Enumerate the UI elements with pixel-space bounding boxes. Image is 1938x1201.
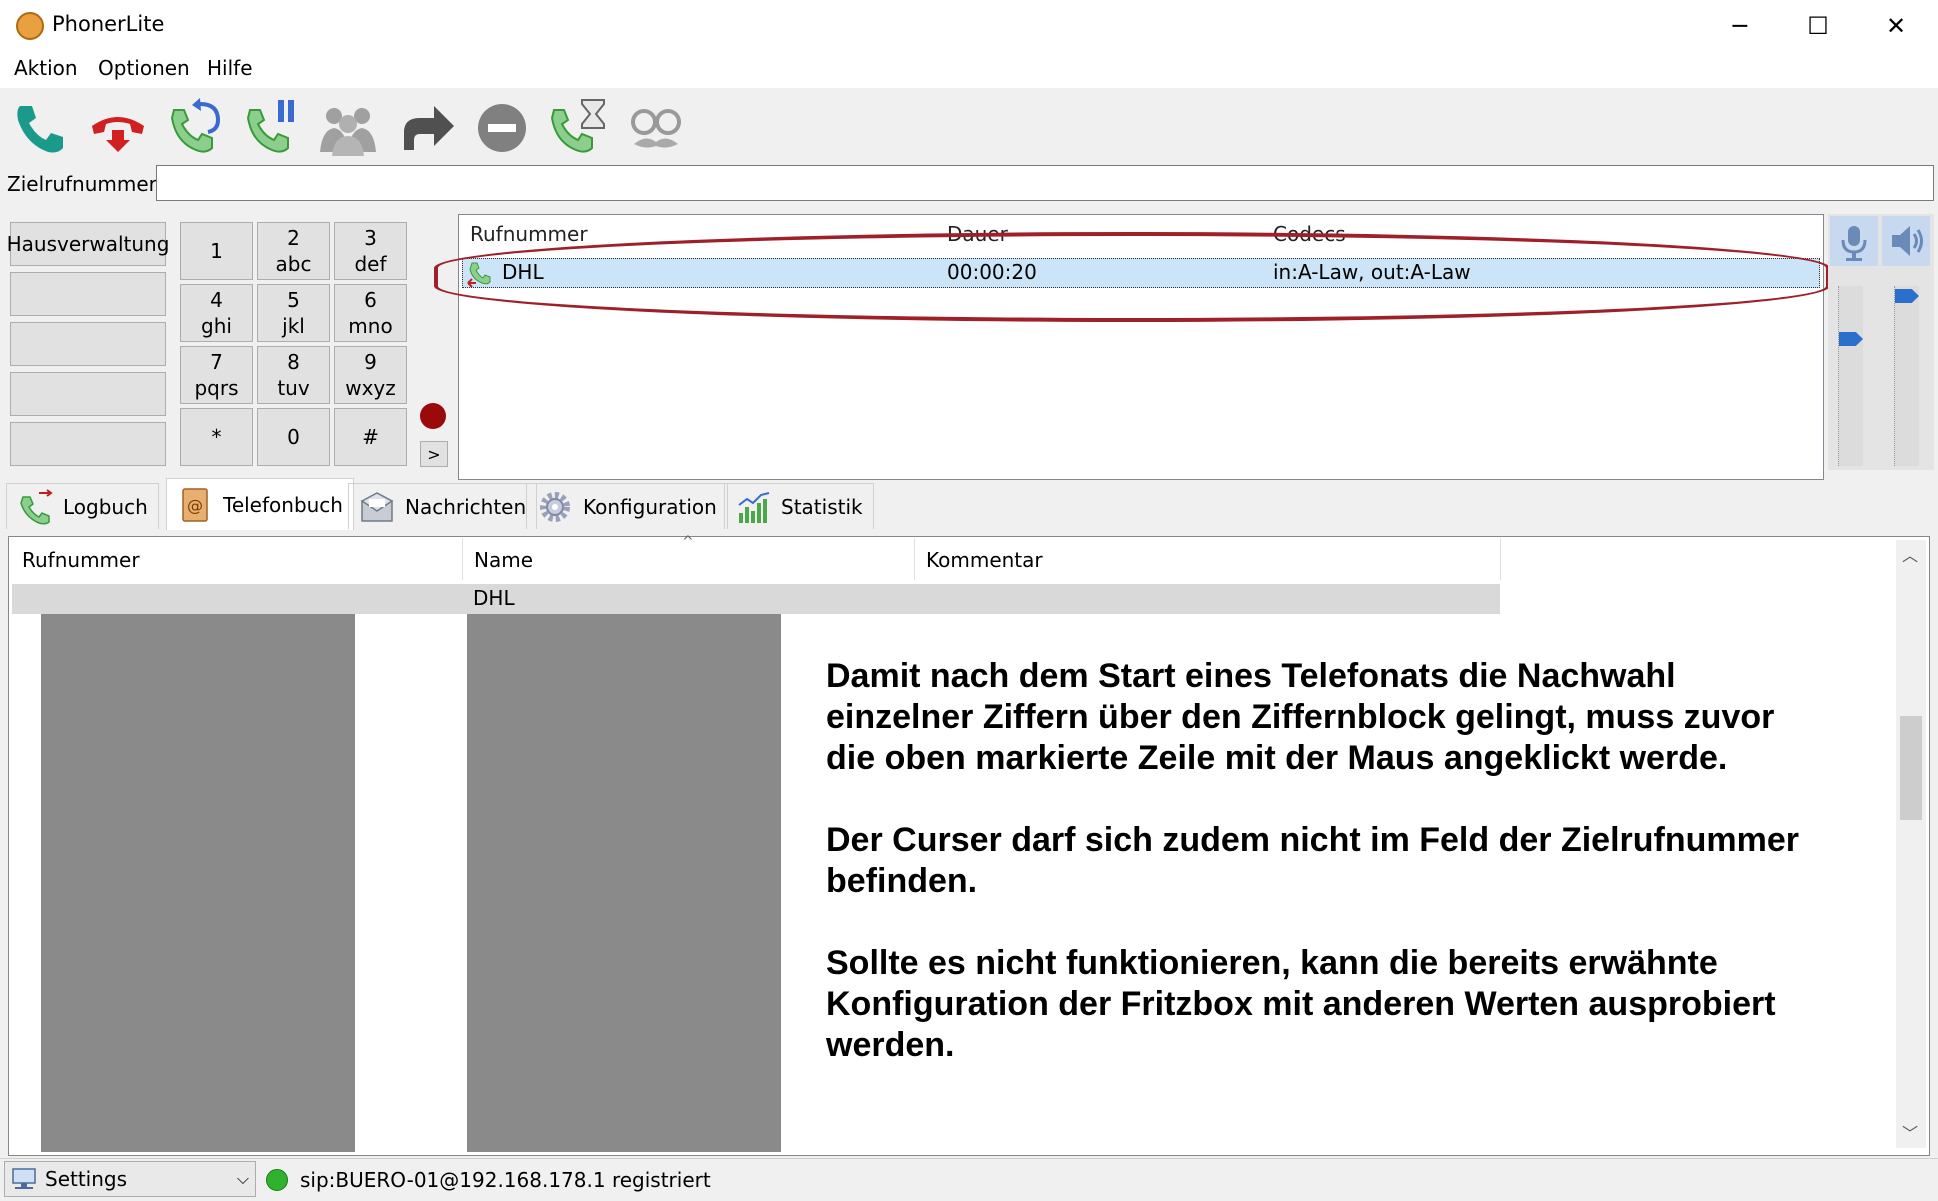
phonebook-header-number[interactable]: Rufnummer	[22, 548, 140, 572]
tab-konfiguration[interactable]: Konfiguration	[526, 483, 728, 529]
sort-ascending-icon: ^	[682, 534, 694, 550]
speed-dial-button-3[interactable]	[10, 322, 166, 366]
forward-icon[interactable]	[394, 96, 458, 160]
note-paragraph: Sollte es nicht funktionieren, kann die …	[826, 944, 1776, 1064]
keypad-key-3[interactable]: 3 def	[334, 222, 407, 280]
column-divider[interactable]	[1500, 538, 1501, 580]
network-icon	[12, 1168, 36, 1189]
redacted-block	[41, 614, 355, 1152]
tab-nachrichten[interactable]: Nachrichten	[348, 483, 538, 529]
expand-button[interactable]: >	[420, 441, 448, 467]
redacted-block	[467, 614, 781, 1152]
status-indicator	[266, 1169, 288, 1191]
microphone-volume-slider[interactable]	[1838, 286, 1863, 466]
note-paragraph: Der Curser darf sich zudem nicht im Feld…	[826, 821, 1799, 900]
logbook-icon	[20, 488, 53, 525]
messages-icon	[360, 491, 394, 522]
app-logo-icon	[16, 12, 44, 40]
keypad-key-4[interactable]: 4 ghi	[180, 284, 253, 342]
menu-optionen[interactable]: Optionen	[98, 56, 190, 80]
speaker-volume-slider[interactable]	[1894, 286, 1919, 466]
keypad-key-5[interactable]: 5 jkl	[257, 284, 330, 342]
keypad-key-8[interactable]: 8 tuv	[257, 346, 330, 404]
anonymous-icon[interactable]	[624, 96, 688, 160]
scroll-down-icon[interactable]: ﹀	[1902, 1120, 1918, 1144]
do-not-disturb-icon[interactable]	[470, 96, 534, 160]
keypad-key-hash[interactable]: #	[334, 408, 407, 466]
profile-select[interactable]: Settings ⌵	[4, 1161, 256, 1197]
microphone-icon	[1841, 226, 1867, 261]
statistics-icon	[738, 491, 770, 523]
menu-hilfe[interactable]: Hilfe	[207, 56, 253, 80]
minimize-button[interactable]: ─	[1702, 0, 1778, 52]
speaker-icon	[1892, 226, 1923, 256]
scrollbar-thumb[interactable]	[1900, 716, 1922, 820]
close-button[interactable]: ✕	[1858, 0, 1934, 52]
highlight-ellipse	[434, 232, 1830, 322]
gear-icon	[540, 491, 570, 522]
keypad-key-7[interactable]: 7 pqrs	[180, 346, 253, 404]
redial-icon[interactable]	[164, 96, 228, 160]
keypad-key-1[interactable]: 1	[180, 222, 253, 280]
target-number-label: Zielrufnummer	[7, 172, 157, 196]
annotation-note: Damit nach dem Start eines Telefonats di…	[826, 656, 1826, 1107]
status-bar	[0, 1158, 1938, 1201]
record-button[interactable]	[420, 403, 446, 429]
keypad-key-star[interactable]: *	[180, 408, 253, 466]
speaker-mute-button[interactable]	[1882, 216, 1930, 266]
menu-bar	[0, 52, 1938, 88]
speed-dial-button-5[interactable]	[10, 422, 166, 466]
calls-header-number[interactable]: Rufnummer	[470, 222, 588, 246]
speed-dial-button-1[interactable]: Hausverwaltung	[7, 222, 169, 266]
tab-statistik[interactable]: Statistik	[724, 483, 874, 529]
menu-aktion[interactable]: Aktion	[14, 56, 78, 80]
scroll-up-icon[interactable]: ︿	[1902, 542, 1918, 566]
tab-telefonbuch[interactable]: @ Telefonbuch	[166, 478, 354, 530]
speaker-volume-thumb[interactable]	[1895, 289, 1919, 303]
target-number-input[interactable]	[156, 165, 1934, 201]
microphone-mute-button[interactable]	[1830, 216, 1878, 266]
call-waiting-icon[interactable]	[546, 96, 610, 160]
conference-icon[interactable]	[316, 96, 380, 160]
phonebook-header-name[interactable]: Name	[474, 548, 533, 572]
chevron-down-icon[interactable]: ⌵	[237, 1169, 249, 1189]
speed-dial-button-2[interactable]	[10, 272, 166, 316]
vertical-scrollbar[interactable]: ︿ ﹀	[1896, 540, 1926, 1148]
keypad-key-6[interactable]: 6 mno	[334, 284, 407, 342]
hangup-icon[interactable]	[86, 96, 150, 160]
speed-dial-button-4[interactable]	[10, 372, 166, 416]
column-divider[interactable]	[914, 538, 915, 580]
phonebook-icon: @	[182, 487, 208, 522]
table-row[interactable]	[12, 584, 1500, 614]
column-divider[interactable]	[462, 538, 463, 580]
title-bar	[0, 0, 1938, 52]
hold-icon[interactable]	[240, 96, 304, 160]
window-title: PhonerLite	[52, 12, 165, 36]
tab-logbuch[interactable]: Logbuch	[6, 483, 159, 529]
keypad-key-9[interactable]: 9 wxyz	[334, 346, 407, 404]
maximize-button[interactable]: ☐	[1780, 0, 1856, 52]
contact-name: DHL	[473, 586, 515, 610]
svg-text:@: @	[187, 496, 203, 515]
call-icon[interactable]	[8, 96, 72, 160]
note-paragraph: Damit nach dem Start eines Telefonats di…	[826, 657, 1775, 777]
registration-status: sip:BUERO-01@192.168.178.1 registriert	[300, 1168, 711, 1192]
phonebook-header-comment[interactable]: Kommentar	[926, 548, 1043, 572]
keypad-key-2[interactable]: 2 abc	[257, 222, 330, 280]
keypad-key-0[interactable]: 0	[257, 408, 330, 466]
microphone-volume-thumb[interactable]	[1839, 332, 1863, 346]
